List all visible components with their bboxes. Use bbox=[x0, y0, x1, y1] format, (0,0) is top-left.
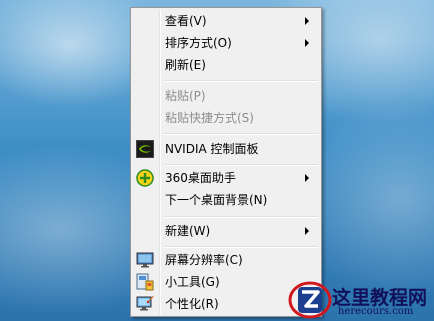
menu-item-view[interactable]: 查看(V) bbox=[134, 10, 318, 32]
menu-item-paste: 粘贴(P) bbox=[134, 85, 318, 107]
desktop-context-menu: 查看(V) 排序方式(O) 刷新(E) 粘贴(P) 粘贴快捷方式(S) NVID… bbox=[130, 7, 322, 317]
menu-item-label: 粘贴快捷方式(S) bbox=[165, 111, 254, 125]
menu-item-label: 排序方式(O) bbox=[165, 36, 232, 50]
submenu-arrow-icon bbox=[305, 227, 309, 235]
menu-separator bbox=[163, 80, 318, 82]
menu-separator bbox=[163, 164, 318, 166]
360-assistant-icon bbox=[136, 169, 154, 187]
menu-item-nvidia-control-panel[interactable]: NVIDIA 控制面板 bbox=[134, 138, 318, 160]
menu-item-label: 查看(V) bbox=[165, 14, 207, 28]
personalize-icon bbox=[136, 295, 154, 313]
site-logo-icon bbox=[288, 281, 332, 319]
menu-item-screen-resolution[interactable]: 屏幕分辨率(C) bbox=[134, 249, 318, 271]
menu-item-label: 粘贴(P) bbox=[165, 89, 206, 103]
menu-item-sort-by[interactable]: 排序方式(O) bbox=[134, 32, 318, 54]
menu-item-360-desktop-assistant[interactable]: 360桌面助手 bbox=[134, 167, 318, 189]
watermark-url: herecours.com bbox=[338, 306, 414, 317]
submenu-arrow-icon bbox=[305, 17, 309, 25]
menu-separator bbox=[163, 133, 318, 135]
menu-item-next-desktop-background[interactable]: 下一个桌面背景(N) bbox=[134, 189, 318, 211]
submenu-arrow-icon bbox=[305, 39, 309, 47]
menu-item-paste-shortcut: 粘贴快捷方式(S) bbox=[134, 107, 318, 129]
menu-item-label: 小工具(G) bbox=[165, 275, 220, 289]
submenu-arrow-icon bbox=[305, 174, 309, 182]
menu-item-label: 下一个桌面背景(N) bbox=[165, 193, 268, 207]
site-watermark: 这里教程网 herecours.com bbox=[288, 279, 434, 321]
menu-item-label: 个性化(R) bbox=[165, 297, 219, 311]
screen-resolution-icon bbox=[136, 251, 154, 269]
menu-item-new[interactable]: 新建(W) bbox=[134, 220, 318, 242]
menu-item-refresh[interactable]: 刷新(E) bbox=[134, 54, 318, 76]
menu-item-label: NVIDIA 控制面板 bbox=[165, 142, 259, 156]
menu-separator bbox=[163, 216, 318, 218]
gadgets-icon bbox=[136, 273, 154, 291]
nvidia-icon bbox=[136, 140, 154, 158]
menu-item-label: 360桌面助手 bbox=[165, 171, 236, 185]
menu-item-label: 新建(W) bbox=[165, 224, 211, 238]
menu-item-label: 屏幕分辨率(C) bbox=[165, 253, 243, 267]
menu-item-label: 刷新(E) bbox=[165, 58, 206, 72]
menu-separator bbox=[163, 246, 318, 248]
